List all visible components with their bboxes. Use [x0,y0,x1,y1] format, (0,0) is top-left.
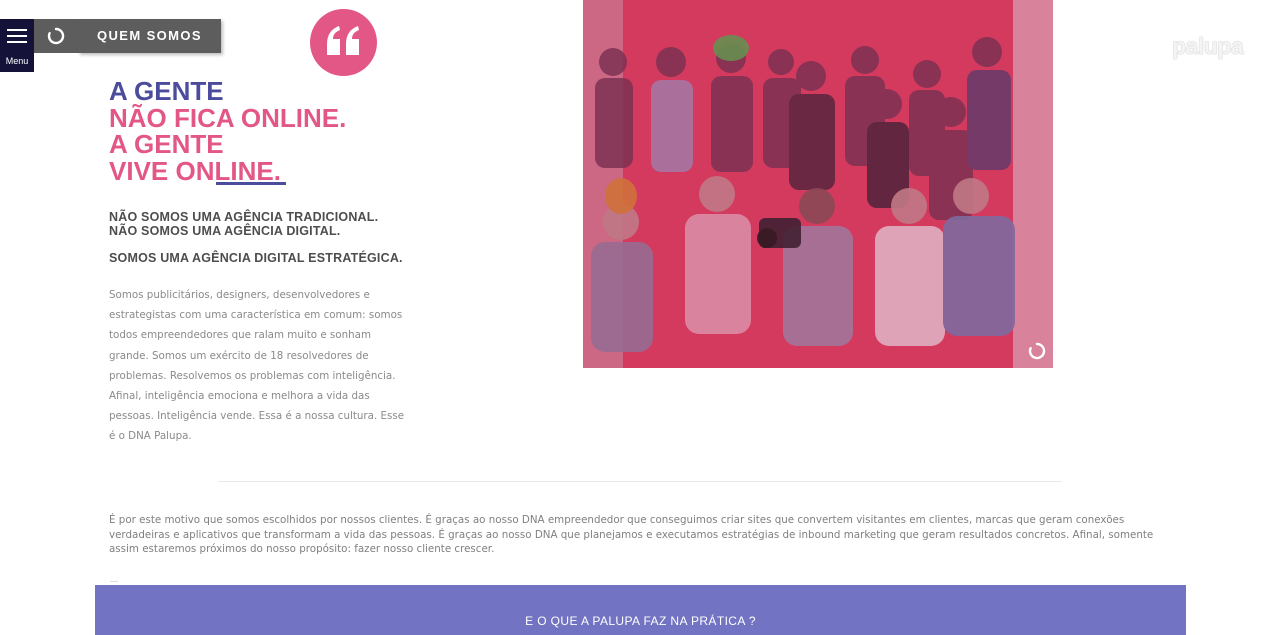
headline-line-1: A GENTE [109,76,224,106]
cta-label: E O QUE A PALUPA FAZ NA PRÁTICA ? [525,614,756,628]
headline: A GENTE NÃO FICA ONLINE. A GENTE VIVE ON… [109,78,346,184]
menu-label: Menu [5,56,29,66]
closing-paragraph: É por este motivo que somos escolhidos p… [109,514,1154,556]
team-photo [583,0,1053,368]
about-paragraph: Somos publicitários, designers, desenvol… [109,289,405,443]
headline-line-4: VIVE ONLINE. [109,155,281,186]
menu-button[interactable]: Menu [0,19,34,72]
divider-dash [110,581,118,582]
quote-icon [310,9,377,76]
subhead-line-1: NÃO SOMOS UMA AGÊNCIA TRADICIONAL. [109,210,379,224]
section-tab-quem-somos[interactable]: QUEM SOMOS [78,19,221,53]
refresh-icon [47,27,65,45]
loader-icon [1028,342,1046,360]
cta-banner[interactable]: E O QUE A PALUPA FAZ NA PRÁTICA ? [95,585,1186,635]
hamburger-icon [7,29,27,47]
section-divider [218,481,1062,482]
subhead-line-2: NÃO SOMOS UMA AGÊNCIA DIGITAL. [109,224,341,238]
headline-underline [216,182,286,185]
headline-line-3: A GENTE [109,129,224,159]
subhead-line-3: SOMOS UMA AGÊNCIA DIGITAL ESTRATÉGICA. [109,251,403,265]
palupa-logo[interactable]: palupa [1172,33,1244,60]
refresh-button[interactable] [34,19,78,53]
team-photo-illustration [583,0,1053,368]
headline-line-2: NÃO FICA ONLINE. [109,102,347,133]
